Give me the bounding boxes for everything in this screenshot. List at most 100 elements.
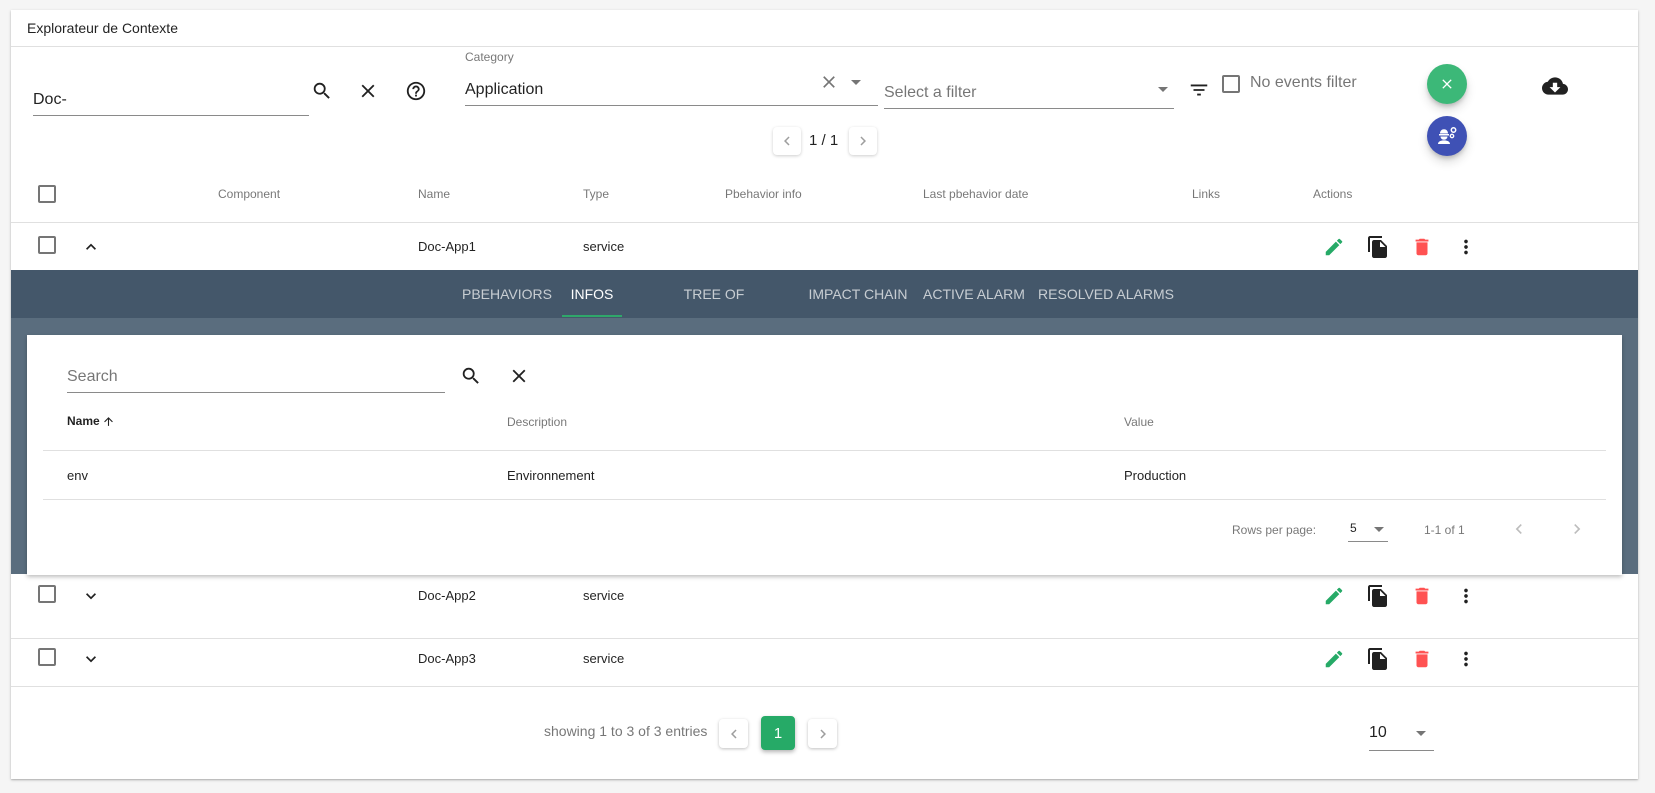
- items-per-page-select[interactable]: 10: [1369, 715, 1434, 751]
- more-actions-button[interactable]: [1452, 645, 1480, 673]
- row-checkbox[interactable]: [38, 236, 56, 254]
- chevron-down-icon: [86, 593, 96, 600]
- close-actions-fab[interactable]: [1427, 64, 1467, 104]
- more-actions-button[interactable]: [1452, 582, 1480, 610]
- next-page-button[interactable]: [808, 719, 837, 748]
- chevron-left-icon: [730, 729, 737, 738]
- infos-header-value[interactable]: Value: [1124, 415, 1154, 429]
- column-header-component[interactable]: Component: [218, 187, 280, 201]
- tab-tree-of-dependencies[interactable]: Tree of dependencies: [631, 270, 797, 350]
- collapse-row-button[interactable]: [79, 235, 103, 259]
- clear-search-button[interactable]: [353, 76, 383, 106]
- search-button[interactable]: [307, 76, 337, 106]
- info-value: Production: [1124, 468, 1187, 483]
- prev-page-button[interactable]: [719, 719, 748, 748]
- no-events-filter-checkbox[interactable]: [1222, 75, 1240, 93]
- entries-summary: showing 1 to 3 of 3 entries: [544, 723, 708, 739]
- tab-impact-chain[interactable]: Impact chain: [806, 270, 910, 318]
- tab-pbehaviors[interactable]: Pbehaviors: [462, 270, 552, 318]
- filter-select[interactable]: Select a filter: [884, 70, 1174, 109]
- delete-button[interactable]: [1408, 645, 1436, 673]
- table-row: Doc-App1 service: [11, 223, 1638, 270]
- widget-title: Explorateur de Contexte: [11, 10, 1638, 47]
- infos-header-name[interactable]: Name: [67, 414, 115, 428]
- expand-row-button[interactable]: [79, 647, 103, 671]
- tab-active-alarm[interactable]: Active alarm: [920, 270, 1028, 318]
- select-all-checkbox[interactable]: [38, 185, 56, 203]
- close-icon: [361, 84, 375, 98]
- infos-search-placeholder: Search: [67, 368, 118, 385]
- column-header-actions[interactable]: Actions: [1313, 187, 1352, 201]
- pencil-icon: [1325, 587, 1343, 605]
- close-icon: [823, 76, 835, 88]
- infos-header-description[interactable]: Description: [507, 415, 567, 429]
- clear-category-button[interactable]: [817, 70, 841, 94]
- chevron-right-icon: [819, 729, 826, 738]
- infos-search-button[interactable]: [457, 362, 485, 390]
- category-value: Application: [465, 81, 544, 98]
- export-button[interactable]: [1539, 70, 1571, 102]
- more-actions-button[interactable]: [1452, 233, 1480, 261]
- copy-file-icon: [1368, 585, 1387, 607]
- pencil-icon: [1325, 238, 1343, 256]
- more-vert-icon: [1464, 239, 1468, 255]
- info-description: Environnement: [507, 468, 595, 483]
- chevron-down-icon[interactable]: [851, 80, 861, 85]
- tab-resolved-alarms[interactable]: Resolved alarms: [1038, 270, 1174, 318]
- category-select[interactable]: Category Application: [465, 50, 878, 106]
- expanded-row-panel: Pbehaviors Infos Tree of dependencies Im…: [11, 270, 1638, 575]
- mini-pagination-prev[interactable]: [773, 127, 801, 155]
- column-header-last-pbehavior-date[interactable]: Last pbehavior date: [923, 187, 1028, 201]
- rows-per-page-select[interactable]: 5: [1348, 517, 1388, 542]
- row-name: Doc-App1: [418, 239, 476, 254]
- chevron-down-icon: [1416, 731, 1426, 736]
- tab-infos[interactable]: Infos: [562, 270, 622, 318]
- column-header-pbehavior-info[interactable]: Pbehavior info: [725, 187, 802, 201]
- create-service-fab[interactable]: [1427, 116, 1467, 156]
- delete-button[interactable]: [1408, 582, 1436, 610]
- pencil-icon: [1325, 650, 1343, 668]
- column-header-name[interactable]: Name: [418, 187, 450, 201]
- infos-clear-button[interactable]: [505, 362, 533, 390]
- edit-button[interactable]: [1320, 645, 1348, 673]
- copy-file-icon: [1368, 648, 1387, 670]
- edit-button[interactable]: [1320, 582, 1348, 610]
- active-tab-indicator: [562, 315, 622, 317]
- row-checkbox[interactable]: [38, 585, 56, 603]
- trash-icon: [1415, 238, 1429, 256]
- row-type: service: [583, 588, 625, 603]
- mini-pagination-next[interactable]: [849, 127, 877, 155]
- row-name: Doc-App2: [418, 588, 476, 603]
- cloud-download-icon: [1542, 77, 1568, 95]
- infos-panel: Search Name Description Value env Enviro…: [27, 335, 1622, 575]
- chevron-left-icon: [1515, 524, 1522, 534]
- help-button[interactable]: [401, 76, 431, 106]
- search-input[interactable]: Doc-: [33, 70, 309, 116]
- context-explorer-widget: Explorateur de Contexte Doc- Category Ap…: [11, 10, 1638, 779]
- page-1-button[interactable]: 1: [761, 716, 795, 750]
- delete-button[interactable]: [1408, 233, 1436, 261]
- duplicate-button[interactable]: [1364, 645, 1392, 673]
- expand-row-button[interactable]: [79, 584, 103, 608]
- row-type: service: [583, 651, 625, 666]
- edit-button[interactable]: [1320, 233, 1348, 261]
- help-circle-icon: [406, 81, 426, 101]
- chevron-right-icon: [860, 136, 866, 146]
- column-header-type[interactable]: Type: [583, 187, 609, 201]
- filter-placeholder: Select a filter: [884, 84, 977, 101]
- infos-next-page-button[interactable]: [1565, 517, 1589, 541]
- infos-row: env Environnement Production: [27, 451, 1622, 499]
- filter-settings-button[interactable]: [1185, 76, 1213, 104]
- chevron-down-icon: [1374, 527, 1384, 532]
- divider: [43, 499, 1606, 500]
- row-checkbox[interactable]: [38, 648, 56, 666]
- duplicate-button[interactable]: [1364, 582, 1392, 610]
- column-header-links[interactable]: Links: [1192, 187, 1220, 201]
- info-name: env: [67, 468, 88, 483]
- infos-prev-page-button[interactable]: [1507, 517, 1531, 541]
- mini-pagination-label: 1 / 1: [809, 132, 839, 149]
- duplicate-button[interactable]: [1364, 233, 1392, 261]
- chevron-right-icon: [1574, 524, 1581, 534]
- no-events-filter-label: No events filter: [1250, 74, 1357, 91]
- infos-search-input[interactable]: Search: [67, 355, 445, 393]
